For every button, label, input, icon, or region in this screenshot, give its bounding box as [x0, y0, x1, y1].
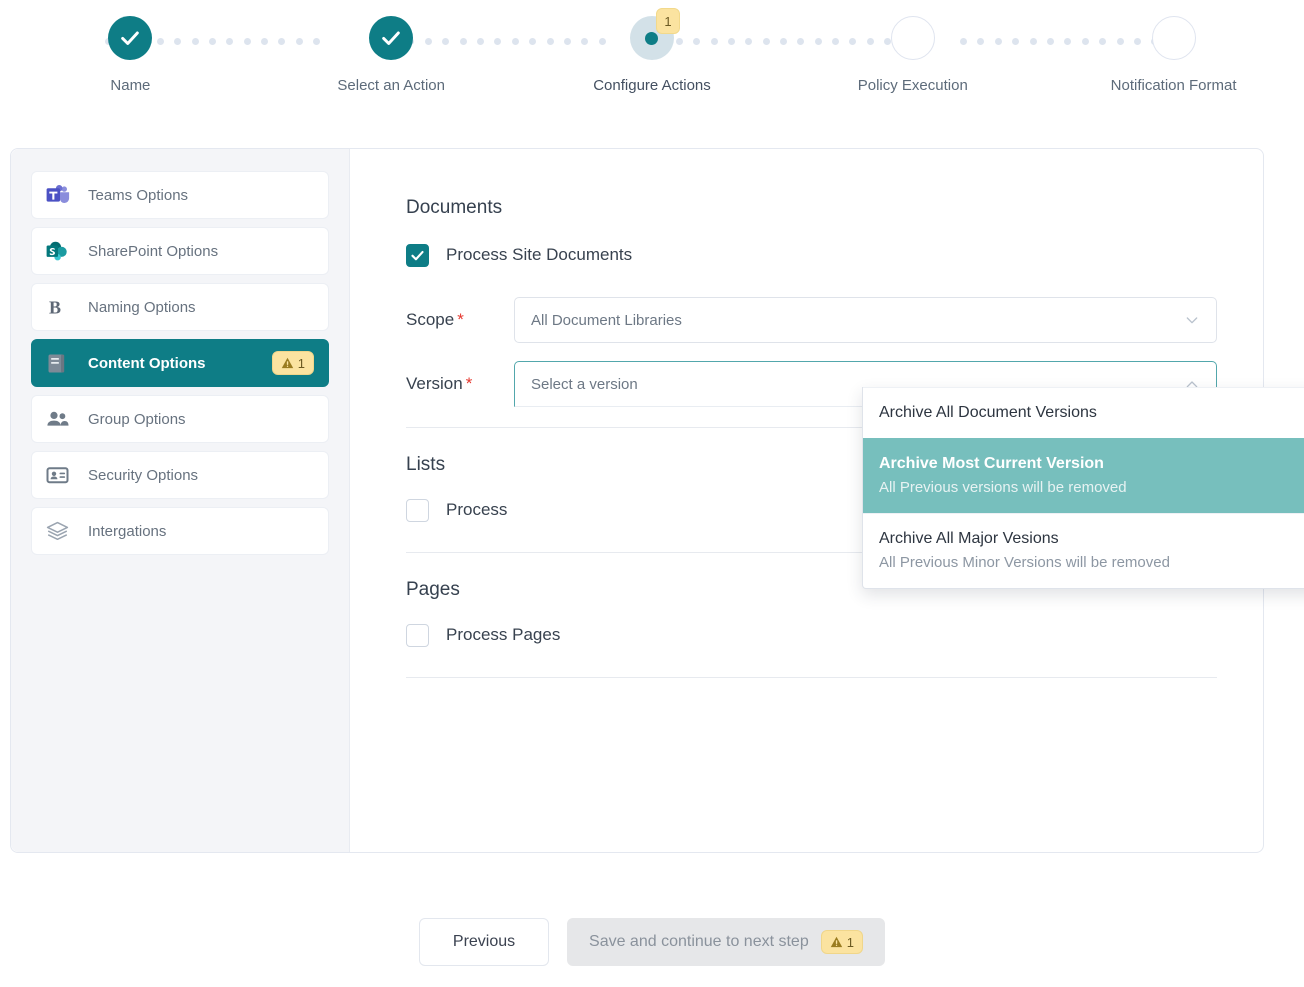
stepper-step-notification-format[interactable]: Notification Format — [1043, 16, 1304, 94]
teams-icon — [46, 183, 74, 207]
version-label: Version * — [406, 374, 514, 394]
stepper-circle-wrap — [890, 16, 935, 60]
sidebar-item-teams-options[interactable]: Teams Options — [31, 171, 329, 219]
stepper-step-select-an-action[interactable]: Select an Action — [261, 16, 522, 94]
sharepoint-icon — [46, 239, 74, 263]
sidebar-item-label: Naming Options — [88, 298, 196, 316]
save-warning-count: 1 — [846, 934, 854, 950]
process-site-documents-label: Process Site Documents — [446, 245, 633, 264]
required-asterisk: * — [465, 374, 473, 393]
content-options-panel: Documents Process Site Documents Scope * … — [350, 149, 1304, 852]
stepper-warning-badge: 1 — [655, 8, 680, 34]
version-label-text: Version — [406, 374, 463, 393]
stepper-label: Configure Actions — [593, 77, 711, 94]
current-step-dot-icon — [645, 31, 659, 45]
process-lists-checkbox[interactable] — [406, 498, 429, 522]
version-option-subtitle: All Previous Minor Versions will be remo… — [879, 554, 1170, 571]
scope-select[interactable]: All Document Libraries — [514, 297, 1217, 343]
options-sidebar: Teams Options SharePoint Options B Namin… — [11, 149, 350, 852]
save-and-continue-button[interactable]: Save and continue to next step 1 — [567, 918, 885, 966]
sidebar-item-label: Content Options — [88, 354, 206, 372]
wizard-stepper: Name Select an Action 1 Configure Action… — [0, 0, 1304, 120]
svg-text:B: B — [49, 298, 61, 318]
warning-triangle-icon — [281, 357, 293, 369]
stepper-step-configure-actions[interactable]: 1 Configure Actions — [522, 8, 783, 94]
version-option-archive-all-document-versions[interactable]: Archive All Document Versions — [863, 387, 1304, 438]
scope-field-row: Scope * All Document Libraries — [406, 297, 1217, 343]
bold-b-icon: B — [46, 295, 74, 319]
required-asterisk: * — [457, 310, 464, 329]
sidebar-item-naming-options[interactable]: B Naming Options — [31, 283, 329, 331]
stepper-step-policy-execution[interactable]: Policy Execution — [782, 16, 1043, 94]
stepper-label: Select an Action — [337, 77, 445, 94]
scope-label: Scope * — [406, 310, 514, 330]
sidebar-item-label: SharePoint Options — [88, 242, 219, 260]
layers-icon — [46, 519, 74, 543]
configure-actions-card: Teams Options SharePoint Options B Namin… — [10, 148, 1304, 853]
sidebar-item-label: Teams Options — [88, 186, 189, 204]
stepper-label: Name — [110, 77, 151, 94]
documents-section-title: Documents — [406, 197, 503, 218]
check-circle-icon — [369, 16, 414, 60]
save-button-label: Save and continue to next step — [589, 933, 809, 950]
warning-triangle-icon — [830, 936, 842, 948]
process-lists-label: Process — [446, 500, 508, 519]
version-dropdown-list: Archive All Document Versions Archive Mo… — [862, 387, 1304, 589]
sidebar-item-label: Intergations — [88, 522, 167, 540]
check-circle-icon — [108, 16, 153, 60]
chevron-down-icon — [1184, 312, 1200, 328]
version-option-title: Archive All Document Versions — [879, 404, 1097, 421]
id-card-icon — [46, 463, 74, 487]
checkmark-icon — [411, 250, 424, 260]
stepper-label: Notification Format — [1110, 77, 1237, 94]
sidebar-item-intergations[interactable]: Intergations — [31, 507, 329, 555]
sidebar-item-label: Group Options — [88, 410, 186, 428]
version-option-title: Archive All Major Vesions — [879, 530, 1059, 547]
wizard-footer: Previous Save and continue to next step … — [0, 918, 1304, 966]
stepper-label: Policy Execution — [857, 77, 968, 94]
sidebar-item-group-options[interactable]: Group Options — [31, 395, 329, 443]
stepper-circle-wrap — [108, 16, 153, 60]
process-pages-label: Process Pages — [446, 625, 561, 644]
empty-circle-icon — [1151, 16, 1196, 60]
empty-circle-icon — [890, 16, 935, 60]
save-warning-badge: 1 — [820, 930, 863, 954]
stepper-step-name[interactable]: Name — [0, 16, 261, 94]
pages-divider — [406, 677, 1217, 678]
process-site-documents-row[interactable]: Process Site Documents — [406, 241, 1217, 269]
version-option-subtitle: All Previous versions will be removed — [879, 479, 1127, 496]
stepper-circle-wrap — [369, 16, 414, 60]
scope-select-value: All Document Libraries — [531, 311, 682, 329]
stepper-circle-wrap — [1151, 16, 1196, 60]
process-pages-checkbox[interactable] — [406, 623, 429, 647]
version-option-archive-all-major-vesions[interactable]: Archive All Major Vesions All Previous M… — [863, 513, 1304, 588]
stepper-circle-wrap: 1 — [629, 8, 680, 60]
people-icon — [46, 407, 74, 431]
sidebar-item-security-options[interactable]: Security Options — [31, 451, 329, 499]
book-icon — [46, 351, 74, 375]
process-pages-row[interactable]: Process Pages — [406, 621, 1217, 649]
previous-button[interactable]: Previous — [419, 918, 550, 966]
version-option-archive-most-current-version[interactable]: Archive Most Current Version All Previou… — [863, 438, 1304, 513]
scope-label-text: Scope — [406, 310, 455, 329]
sidebar-warning-badge: 1 — [271, 351, 314, 375]
sidebar-item-label: Security Options — [88, 466, 199, 484]
sidebar-warning-count: 1 — [297, 355, 305, 371]
sidebar-item-content-options[interactable]: Content Options 1 — [31, 339, 329, 387]
process-site-documents-checkbox[interactable] — [406, 243, 429, 267]
sidebar-item-sharepoint-options[interactable]: SharePoint Options — [31, 227, 329, 275]
version-option-title: Archive Most Current Version — [879, 455, 1104, 472]
